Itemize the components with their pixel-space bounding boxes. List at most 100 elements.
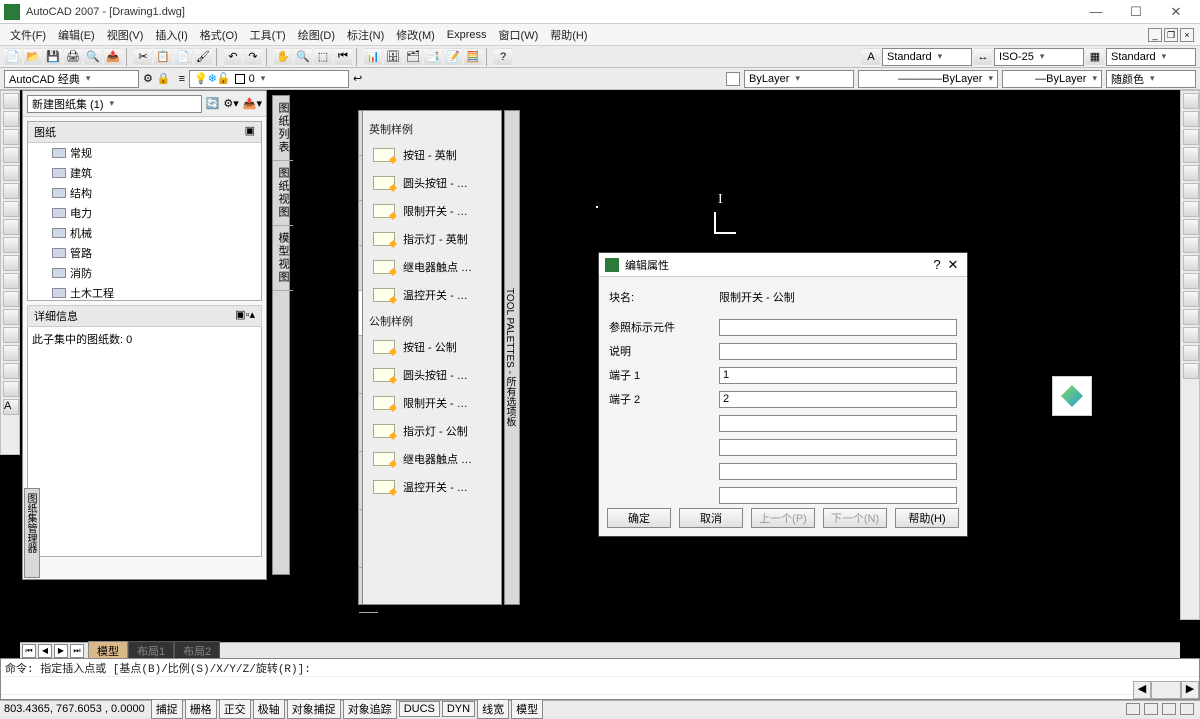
scale-icon[interactable] — [1183, 219, 1199, 235]
help-button[interactable]: 帮助(H) — [895, 508, 959, 528]
dimstyle-icon[interactable]: ↔ — [974, 48, 992, 66]
pal-item[interactable]: 圆头按钮 - … — [367, 169, 497, 197]
color-combo[interactable]: ByLayer — [744, 70, 854, 88]
prev-button[interactable]: 上一个(P) — [751, 508, 815, 528]
pal-item[interactable]: 指示灯 - 公制 — [367, 417, 497, 445]
attr6-input[interactable] — [719, 439, 957, 456]
dialog-help-button[interactable]: ? — [929, 257, 945, 272]
options-icon[interactable] — [1180, 703, 1194, 715]
layer-prev-icon[interactable]: ↩ — [353, 72, 362, 85]
lock-icon[interactable] — [1162, 703, 1176, 715]
tray-icon[interactable] — [1144, 703, 1158, 715]
cmd-scroll-left[interactable]: ◀ — [1133, 681, 1151, 699]
pal-item[interactable]: 限制开关 - … — [367, 389, 497, 417]
extend-icon[interactable] — [1183, 273, 1199, 289]
menu-view[interactable]: 视图(V) — [103, 25, 148, 45]
mdi-min-button[interactable]: _ — [1148, 28, 1162, 42]
offset-icon[interactable] — [1183, 147, 1199, 163]
attr8-input[interactable] — [719, 487, 957, 504]
menu-dim[interactable]: 标注(N) — [343, 25, 388, 45]
assist-badge[interactable] — [1052, 376, 1092, 416]
hatch-icon[interactable] — [3, 327, 19, 343]
array-icon[interactable] — [1183, 165, 1199, 181]
rect-icon[interactable] — [3, 165, 19, 181]
stretch-icon[interactable] — [1183, 237, 1199, 253]
paste-icon[interactable]: 📄 — [174, 48, 192, 66]
open-icon[interactable]: 📂 — [24, 48, 42, 66]
pal-item[interactable]: 按钮 - 英制 — [367, 141, 497, 169]
tree-collapse-icon[interactable]: ▣ — [245, 124, 255, 140]
menu-modify[interactable]: 修改(M) — [392, 25, 439, 45]
pal-item[interactable]: 指示灯 - 英制 — [367, 225, 497, 253]
circle-icon[interactable] — [3, 201, 19, 217]
attr2-input[interactable] — [719, 343, 957, 360]
erase-icon[interactable] — [1183, 93, 1199, 109]
cmd-scroll-right[interactable]: ▶ — [1181, 681, 1199, 699]
polygon-icon[interactable] — [3, 147, 19, 163]
vtab-modelviews[interactable]: 模型视图 — [273, 226, 293, 291]
detail-btns[interactable]: ▣▫▴ — [235, 308, 255, 324]
ws-settings-icon[interactable]: ⚙ — [143, 72, 153, 85]
menu-insert[interactable]: 插入(I) — [151, 25, 191, 45]
explode-icon[interactable] — [1183, 363, 1199, 379]
color-swatch[interactable] — [726, 72, 740, 86]
text-style-combo[interactable]: Standard — [882, 48, 972, 66]
gradient-icon[interactable] — [3, 345, 19, 361]
sheet-icon[interactable]: 📑 — [424, 48, 442, 66]
close-button[interactable]: ✕ — [1156, 2, 1196, 22]
props-icon[interactable]: 📊 — [364, 48, 382, 66]
print-icon[interactable]: 🖨 — [64, 48, 82, 66]
sheet-opts-icon[interactable]: ⚙▾ — [223, 97, 238, 110]
tab-first-button[interactable]: ⏮ — [22, 644, 36, 658]
menu-express[interactable]: Express — [443, 27, 491, 43]
calc-icon[interactable]: 🧮 — [464, 48, 482, 66]
maximize-button[interactable]: ☐ — [1116, 2, 1156, 22]
pal-item[interactable]: 继电器触点 … — [367, 445, 497, 473]
sheet-refresh-icon[interactable]: 🔄 — [206, 97, 220, 110]
new-icon[interactable]: 📄 — [4, 48, 22, 66]
break-icon[interactable] — [1183, 291, 1199, 307]
workspace-combo[interactable]: AutoCAD 经典 — [4, 70, 139, 88]
copy2-icon[interactable] — [1183, 111, 1199, 127]
plotstyle-combo[interactable]: 随颜色 — [1106, 70, 1196, 88]
attr3-input[interactable] — [719, 367, 957, 384]
cmd-scroll-track[interactable] — [1151, 681, 1181, 699]
help-icon[interactable]: ? — [494, 48, 512, 66]
cut-icon[interactable]: ✂ — [134, 48, 152, 66]
publish-icon[interactable]: 📤 — [104, 48, 122, 66]
vtab-sheetlist[interactable]: 图纸列表 — [273, 96, 293, 161]
menu-tools[interactable]: 工具(T) — [246, 25, 290, 45]
mdi-close-button[interactable]: × — [1180, 28, 1194, 42]
pal-item[interactable]: 按钮 - 公制 — [367, 333, 497, 361]
pal-item[interactable]: 圆头按钮 - … — [367, 361, 497, 389]
attr1-input[interactable] — [719, 319, 957, 336]
tab-prev-button[interactable]: ◀ — [38, 644, 52, 658]
dyn-toggle[interactable]: DYN — [442, 701, 475, 717]
point-icon[interactable] — [3, 309, 19, 325]
layer-combo[interactable]: 💡❄🔓0 — [189, 70, 349, 88]
menu-format[interactable]: 格式(O) — [196, 25, 242, 45]
tp-icon[interactable]: 🗂 — [404, 48, 422, 66]
menu-window[interactable]: 窗口(W) — [495, 25, 543, 45]
save-icon[interactable]: 💾 — [44, 48, 62, 66]
vtab-sheetviews[interactable]: 图纸视图 — [273, 161, 293, 226]
trim-icon[interactable] — [1183, 255, 1199, 271]
pal-item[interactable]: 限制开关 - … — [367, 197, 497, 225]
pal-item[interactable]: 温控开关 - … — [367, 473, 497, 501]
pline-icon[interactable] — [3, 129, 19, 145]
ducs-toggle[interactable]: DUCS — [399, 701, 440, 717]
table-style-combo[interactable]: Standard — [1106, 48, 1196, 66]
ellipse-icon[interactable] — [3, 255, 19, 271]
lineweight-combo[interactable]: — ByLayer — [1002, 70, 1102, 88]
tab-last-button[interactable]: ⏭ — [70, 644, 84, 658]
dim-style-combo[interactable]: ISO-25 — [994, 48, 1084, 66]
undo-icon[interactable]: ↶ — [224, 48, 242, 66]
sheet-tree[interactable]: 图纸▣ 常规 建筑 结构 电力 机械 管路 消防 土木工程 园林 — [27, 121, 262, 301]
palette-title[interactable]: TOOL PALETTES - 所有选项板 — [504, 110, 520, 605]
layermgr-icon[interactable]: ≡ — [179, 73, 185, 85]
redo-icon[interactable]: ↷ — [244, 48, 262, 66]
mtext-icon[interactable]: A — [3, 399, 19, 415]
pan-icon[interactable]: ✋ — [274, 48, 292, 66]
block-icon[interactable] — [3, 291, 19, 307]
region-icon[interactable] — [3, 363, 19, 379]
